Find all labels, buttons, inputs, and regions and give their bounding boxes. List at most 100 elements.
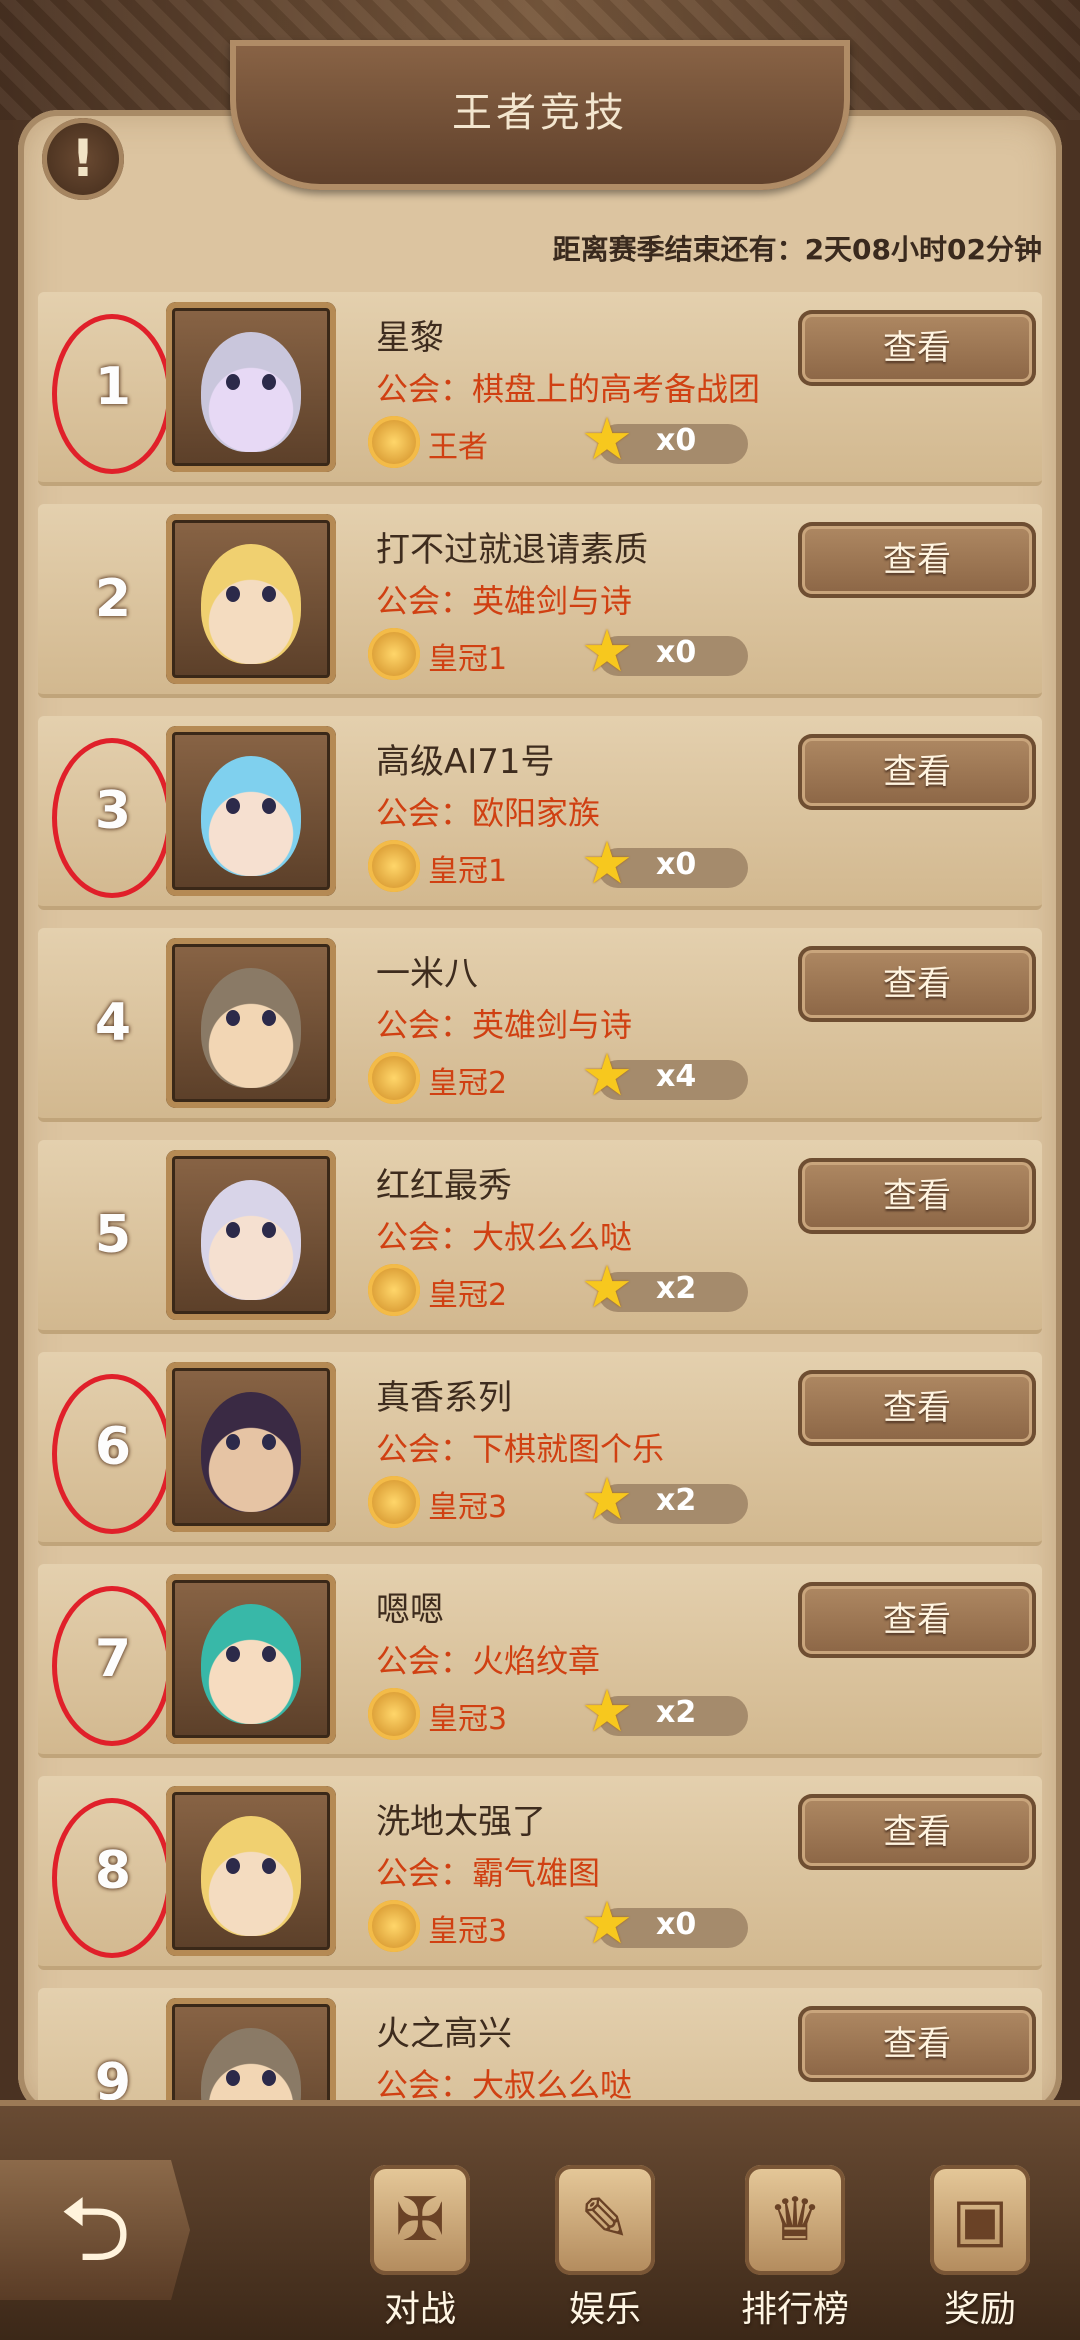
player-name: 一米八: [376, 954, 478, 994]
avatar-eye: [262, 374, 276, 390]
avatar-eye: [226, 374, 240, 390]
player-name: 星黎: [376, 318, 444, 358]
ranking-row[interactable]: 1 星黎 公会：棋盘上的高考备战团 王者 ★ x0 查看: [38, 292, 1042, 486]
star-count: x2: [656, 1695, 697, 1730]
star-count: x0: [656, 423, 697, 458]
avatar[interactable]: [166, 1786, 336, 1956]
rank-number: 6: [94, 1417, 132, 1477]
player-name: 嗯嗯: [376, 1590, 444, 1630]
star-icon: ★: [581, 829, 633, 897]
avatar-eye: [226, 1010, 240, 1026]
avatar-face: [201, 2028, 301, 2100]
view-button[interactable]: 查看: [798, 1582, 1036, 1658]
view-button[interactable]: 查看: [798, 734, 1036, 810]
player-name: 真香系列: [376, 1378, 512, 1418]
ranking-row[interactable]: 3 高级AI71号 公会：欧阳家族 皇冠1 ★ x0 查看: [38, 716, 1042, 910]
avatar-eye: [262, 798, 276, 814]
rank-number: 5: [94, 1205, 132, 1265]
star-icon: ★: [581, 1041, 633, 1109]
tier-badge-icon: [368, 628, 420, 680]
avatar-eye: [262, 1646, 276, 1662]
avatar-eye: [262, 1222, 276, 1238]
guild-label: 公会：: [376, 370, 473, 408]
season-timer-label: 距离赛季结束还有：: [552, 233, 805, 266]
avatar[interactable]: [166, 514, 336, 684]
tier-badge-icon: [368, 1688, 420, 1740]
ranking-row[interactable]: 4 一米八 公会：英雄剑与诗 皇冠2 ★ x4 查看: [38, 928, 1042, 1122]
ranking-row[interactable]: 6 真香系列 公会：下棋就图个乐 皇冠3 ★ x2 查看: [38, 1352, 1042, 1546]
rank-number: 4: [94, 993, 132, 1053]
tier-label: 皇冠2: [428, 1278, 508, 1313]
avatar[interactable]: [166, 1150, 336, 1320]
star-count: x0: [656, 635, 697, 670]
ranking-row[interactable]: 2 打不过就退请素质 公会：英雄剑与诗 皇冠1 ★ x0 查看: [38, 504, 1042, 698]
nav-label: 奖励: [943, 2289, 1016, 2330]
back-arrow-icon[interactable]: ⮌: [0, 2160, 190, 2300]
guild-label: 公会：: [376, 1430, 473, 1468]
rank-number: 2: [94, 569, 132, 629]
player-name: 洗地太强了: [376, 1802, 546, 1842]
avatar-face: [201, 544, 301, 664]
avatar-face: [201, 1180, 301, 1300]
avatar[interactable]: [166, 302, 336, 472]
guild-label: 公会：: [376, 794, 473, 832]
ranking-list[interactable]: 1 星黎 公会：棋盘上的高考备战团 王者 ★ x0 查看 2 打不过就退请素质 …: [30, 292, 1050, 2100]
avatar[interactable]: [166, 938, 336, 1108]
view-button[interactable]: 查看: [798, 1370, 1036, 1446]
avatar-eye: [226, 1646, 240, 1662]
rank-number: 1: [94, 357, 132, 417]
title-banner: 王者竞技: [230, 40, 850, 190]
ranking-row[interactable]: 5 红红最秀 公会：大叔么么哒 皇冠2 ★ x2 查看: [38, 1140, 1042, 1334]
star-count: x2: [656, 1483, 697, 1518]
nav-label: 排行榜: [740, 2289, 849, 2330]
guild-info: 公会：英雄剑与诗: [376, 576, 632, 622]
season-timer: 距离赛季结束还有：2天08小时02分钟: [553, 228, 1042, 268]
exclamation-icon[interactable]: !: [42, 118, 124, 200]
avatar-eye: [262, 1434, 276, 1450]
ranking-row[interactable]: 7 嗯嗯 公会：火焰纹章 皇冠3 ★ x2 查看: [38, 1564, 1042, 1758]
star-icon: ★: [581, 1465, 633, 1533]
guild-label: 公会：: [376, 1642, 473, 1680]
tier-badge-icon: [368, 1264, 420, 1316]
treasure-chest-icon: ▣: [930, 2165, 1030, 2275]
guild-label: 公会：: [376, 582, 473, 620]
view-button[interactable]: 查看: [798, 1158, 1036, 1234]
guild-label: 公会：: [376, 1006, 473, 1044]
guild-name: 火焰纹章: [472, 1642, 601, 1680]
star-count: x0: [656, 847, 697, 882]
guild-info: 公会：大叔么么哒: [376, 2060, 632, 2100]
nav-item-2[interactable]: ♛ 排行榜: [720, 2165, 870, 2335]
guild-info: 公会：英雄剑与诗: [376, 1000, 632, 1046]
nav-item-3[interactable]: ▣ 奖励: [905, 2165, 1055, 2335]
rank-number: 8: [94, 1841, 132, 1901]
tier-badge-icon: [368, 840, 420, 892]
avatar-face: [201, 1392, 301, 1512]
view-button[interactable]: 查看: [798, 1794, 1036, 1870]
guild-name: 下棋就图个乐: [472, 1430, 665, 1468]
tier-badge-icon: [368, 1900, 420, 1952]
avatar-eye: [262, 1010, 276, 1026]
tier-label: 皇冠2: [428, 1066, 508, 1101]
avatar-face: [201, 756, 301, 876]
avatar[interactable]: [166, 726, 336, 896]
avatar[interactable]: [166, 1998, 336, 2100]
avatar[interactable]: [166, 1574, 336, 1744]
avatar[interactable]: [166, 1362, 336, 1532]
page-title: 王者竞技: [452, 90, 628, 136]
battle-icon: ✠: [370, 2165, 470, 2275]
player-name: 打不过就退请素质: [376, 530, 648, 570]
view-button[interactable]: 查看: [798, 310, 1036, 386]
nav-item-1[interactable]: ✎ 娱乐: [530, 2165, 680, 2335]
view-button[interactable]: 查看: [798, 946, 1036, 1022]
nav-item-0[interactable]: ✠ 对战: [345, 2165, 495, 2335]
tier-label: 皇冠1: [428, 642, 508, 677]
ranking-row[interactable]: 9 火之高兴 公会：大叔么么哒 查看: [38, 1988, 1042, 2100]
star-count: x0: [656, 1907, 697, 1942]
nav-label: 娱乐: [568, 2289, 641, 2330]
rank-number: 3: [94, 781, 132, 841]
avatar-face: [201, 1816, 301, 1936]
view-button[interactable]: 查看: [798, 522, 1036, 598]
ranking-row[interactable]: 8 洗地太强了 公会：霸气雄图 皇冠3 ★ x0 查看: [38, 1776, 1042, 1970]
view-button[interactable]: 查看: [798, 2006, 1036, 2082]
nav-label: 对战: [383, 2289, 456, 2330]
